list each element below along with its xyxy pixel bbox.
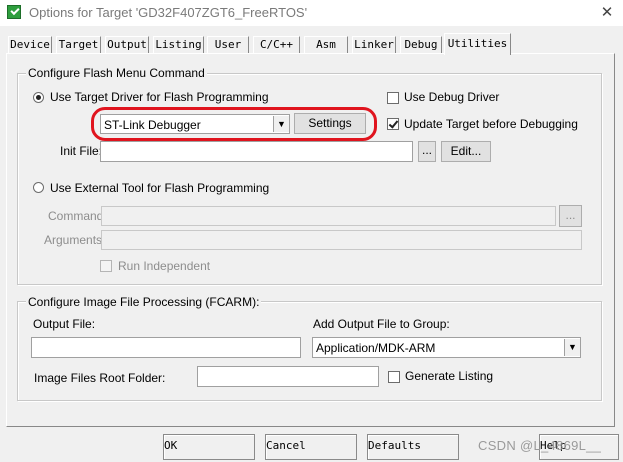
tab-output[interactable]: Output — [105, 36, 149, 53]
use-target-driver-radio[interactable] — [33, 92, 44, 103]
window-title: Options for Target 'GD32F407ZGT6_FreeRTO… — [29, 5, 308, 20]
defaults-button[interactable]: Defaults — [367, 434, 459, 460]
update-target-checkbox[interactable] — [387, 118, 399, 130]
use-external-tool-label: Use External Tool for Flash Programming — [50, 181, 270, 195]
tab-user[interactable]: User — [207, 36, 249, 53]
use-debug-driver-label: Use Debug Driver — [404, 90, 500, 104]
add-output-group-combo[interactable]: Application/MDK-ARM ▼ — [312, 337, 581, 358]
tab-device[interactable]: Device — [8, 36, 52, 53]
init-file-edit-button[interactable]: Edit... — [441, 141, 491, 162]
tab-target[interactable]: Target — [56, 36, 101, 53]
add-output-group-label: Add Output File to Group: — [313, 317, 450, 331]
use-external-tool-radio[interactable] — [33, 182, 44, 193]
output-file-label: Output File: — [33, 317, 96, 331]
cancel-button[interactable]: Cancel — [265, 434, 357, 460]
command-input[interactable] — [101, 206, 556, 226]
image-file-group-legend: Configure Image File Processing (FCARM): — [26, 295, 262, 309]
update-target-label: Update Target before Debugging — [404, 117, 578, 131]
flash-menu-group — [17, 73, 602, 285]
tab-linker[interactable]: Linker — [352, 36, 396, 53]
settings-button[interactable]: Settings — [294, 113, 366, 134]
run-independent-checkbox[interactable] — [100, 260, 112, 272]
arguments-label: Arguments: — [44, 233, 106, 247]
arguments-input[interactable] — [101, 230, 582, 250]
tab-listing[interactable]: Listing — [153, 36, 204, 53]
keil-app-icon — [7, 5, 21, 19]
init-file-input[interactable] — [100, 141, 413, 162]
csdn-watermark: CSDN @L_4869L__ — [478, 438, 602, 453]
tab-debug[interactable]: Debug — [400, 36, 442, 53]
tab-utilities[interactable]: Utilities — [444, 33, 511, 55]
flash-driver-combo[interactable]: ST-Link Debugger ▼ — [100, 114, 290, 134]
tab-c-cpp[interactable]: C/C++ — [253, 36, 300, 53]
ok-button[interactable]: OK — [163, 434, 255, 460]
use-debug-driver-checkbox[interactable] — [387, 92, 399, 104]
init-file-label: Init File: — [60, 144, 103, 158]
root-folder-input[interactable] — [197, 366, 379, 387]
tab-asm[interactable]: Asm — [304, 36, 348, 53]
flash-menu-group-legend: Configure Flash Menu Command — [26, 66, 207, 80]
add-output-group-combo-value: Application/MDK-ARM — [316, 341, 436, 355]
run-independent-label: Run Independent — [118, 259, 211, 273]
flash-driver-combo-value: ST-Link Debugger — [104, 118, 201, 132]
command-browse-button[interactable]: ... — [559, 205, 582, 227]
chevron-down-icon[interactable]: ▼ — [564, 339, 580, 356]
init-file-browse-button[interactable]: ... — [418, 141, 436, 162]
chevron-down-icon[interactable]: ▼ — [273, 116, 289, 132]
output-file-input[interactable] — [31, 337, 301, 358]
generate-listing-label: Generate Listing — [405, 369, 494, 383]
root-folder-label: Image Files Root Folder: — [34, 371, 166, 385]
command-label: Command: — [48, 209, 107, 223]
generate-listing-checkbox[interactable] — [388, 371, 400, 383]
close-icon[interactable]: ✕ — [596, 3, 618, 23]
use-target-driver-label: Use Target Driver for Flash Programming — [50, 90, 269, 104]
